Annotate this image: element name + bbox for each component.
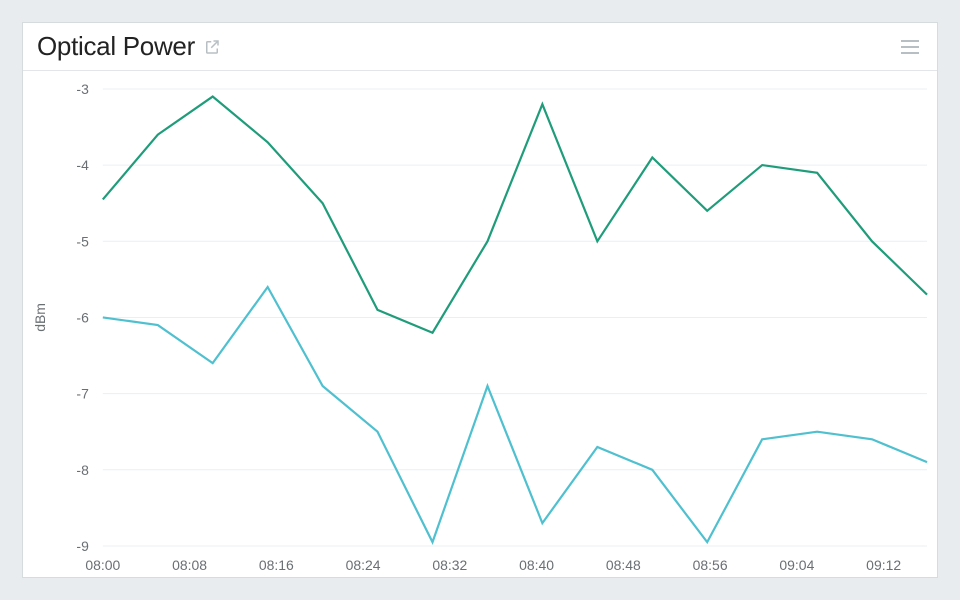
- chart-plot-area: -3 -4 -5 -6 -7 -8 -9 08:00 08:08 08:16 08:24 08:32 0…: [23, 71, 937, 580]
- svg-text:08:32: 08:32: [432, 557, 467, 573]
- chart-title: Optical Power: [37, 31, 195, 62]
- external-link-icon[interactable]: [203, 38, 221, 56]
- svg-text:08:16: 08:16: [259, 557, 294, 573]
- svg-text:-5: -5: [76, 233, 89, 249]
- line-chart: -3 -4 -5 -6 -7 -8 -9 08:00 08:08 08:16 08:24 08:32 0…: [23, 71, 937, 580]
- svg-text:dBm: dBm: [32, 303, 48, 332]
- chart-card: Optical Power -3 -4 -5 -6 -7 -8 -9 08:00 08:08 08…: [22, 22, 938, 578]
- hamburger-menu-icon[interactable]: [897, 36, 923, 58]
- svg-text:08:48: 08:48: [606, 557, 641, 573]
- svg-text:08:40: 08:40: [519, 557, 554, 573]
- card-header: Optical Power: [23, 23, 937, 71]
- svg-text:08:24: 08:24: [346, 557, 381, 573]
- svg-text:-8: -8: [76, 462, 89, 478]
- svg-text:08:56: 08:56: [693, 557, 728, 573]
- svg-text:09:12: 09:12: [866, 557, 901, 573]
- svg-text:-7: -7: [76, 386, 89, 402]
- svg-text:09:04: 09:04: [779, 557, 814, 573]
- svg-text:-3: -3: [76, 81, 89, 97]
- svg-text:-4: -4: [76, 157, 89, 173]
- svg-text:-6: -6: [76, 309, 89, 325]
- svg-text:08:00: 08:00: [85, 557, 120, 573]
- svg-text:08:08: 08:08: [172, 557, 207, 573]
- svg-text:-9: -9: [76, 538, 89, 554]
